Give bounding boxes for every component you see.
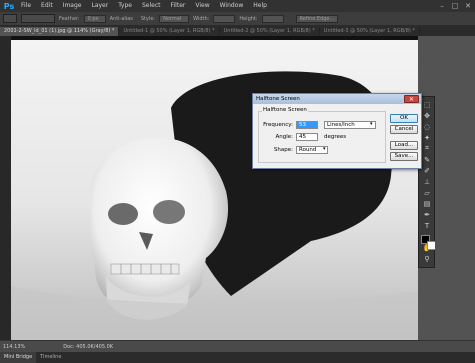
right-dock [435,36,475,340]
minimize-icon[interactable]: – [437,2,447,11]
stamp-icon[interactable]: ⊥ [421,176,433,187]
chevron-down-icon: ▾ [370,121,373,127]
eyedropper-icon[interactable]: ✎ [421,154,433,165]
type-icon[interactable]: T [421,220,433,231]
menu-bar: Ps File Edit Image Layer Type Select Fil… [0,0,475,12]
style-label: Style: [140,15,156,22]
dialog-title: Halftone Screen [253,94,421,104]
antialias-checkbox[interactable]: Anti-alias [110,16,133,22]
status-bar: 114.13% Doc: 405.0K/405.0K [0,340,475,352]
brush-icon[interactable]: ✐ [421,165,433,176]
menu-view[interactable]: View [190,0,214,12]
height-label: Height: [239,15,258,22]
halftone-screen-dialog: Halftone Screen ✕ Halftone Screen Freque… [252,93,422,169]
shape-label: Shape: [273,147,293,153]
frequency-label: Frequency: [263,122,293,128]
lasso-icon[interactable]: ◌ [421,121,433,132]
wand-icon[interactable]: ✦ [421,132,433,143]
doc-size: Doc: 405.0K/405.0K [63,343,114,350]
left-panel-strip [0,36,11,340]
move-icon[interactable]: ✥ [421,110,433,121]
frequency-unit-select[interactable]: Lines/Inch [324,121,376,129]
chevron-down-icon: ▾ [323,146,326,152]
zoom-level[interactable]: 114.13% [3,344,25,350]
angle-input[interactable]: 45 [296,133,318,141]
tab-timeline[interactable]: Timeline [36,352,65,363]
crop-icon[interactable]: ⌗ [421,143,433,154]
tab-mini-bridge[interactable]: Mini Bridge [0,352,37,363]
menu-select[interactable]: Select [137,0,166,12]
skull-photo [11,36,418,340]
pen-icon[interactable]: ✒ [421,209,433,220]
close-icon[interactable]: ✕ [404,95,419,103]
tab-untitled-3[interactable]: Untitled-3 @ 50% (Layer 1, RGB/8) * [320,27,420,36]
feather-label: Feather: [59,15,80,22]
tab-untitled-2[interactable]: Untitled-2 @ 50% (Layer 1, RGB/8) * [220,27,320,36]
options-bar: Feather: 0 px Anti-alias Style: Normal W… [0,12,475,26]
menu-filter[interactable]: Filter [166,0,191,12]
zoom-icon[interactable]: ⚲ [421,253,433,264]
menu-window[interactable]: Window [215,0,249,12]
width-input[interactable] [213,14,236,23]
feather-input[interactable]: 0 px [83,14,106,23]
menu-layer[interactable]: Layer [86,0,113,12]
menu-help[interactable]: Help [248,0,272,12]
menu-edit[interactable]: Edit [36,0,58,12]
menu-image[interactable]: Image [58,0,87,12]
frequency-input[interactable]: 53 [296,121,318,129]
angle-label: Angle: [275,134,293,140]
window-controls: – □ ✕ [437,0,473,12]
save-button[interactable]: Save... [390,152,418,161]
bottom-panel-tabs: Mini Bridge Timeline [0,352,475,363]
gradient-icon[interactable]: ▤ [421,198,433,209]
load-button[interactable]: Load... [390,141,418,150]
width-label: Width: [193,15,210,22]
tab-document-active[interactable]: 2001-2-SW_ld_01 (1).jpg @ 114% (Gray/8) … [0,27,120,36]
marquee-icon[interactable]: ⬚ [421,99,433,110]
tab-untitled-1[interactable]: Untitled-1 @ 50% (Layer 1, RGB/8) * [119,27,220,36]
menu-type[interactable]: Type [113,0,137,12]
angle-unit: degrees [324,134,347,140]
cancel-button[interactable]: Cancel [390,125,418,134]
tool-preset-picker[interactable] [3,14,17,23]
eraser-icon[interactable]: ▱ [421,187,433,198]
ok-button[interactable]: OK [390,114,418,123]
height-input[interactable] [261,14,284,23]
menu-file[interactable]: File [16,0,36,12]
document-canvas[interactable] [11,36,418,340]
style-select[interactable]: Normal [159,14,190,23]
refine-edge-button[interactable]: Refine Edge... [295,14,339,23]
photoshop-logo: Ps [3,1,15,11]
document-tabs: 2001-2-SW_ld_01 (1).jpg @ 114% (Gray/8) … [0,26,475,36]
close-icon[interactable]: ✕ [463,2,473,11]
group-label: Halftone Screen [262,107,308,113]
selection-mode-buttons[interactable] [21,14,55,23]
maximize-icon[interactable]: □ [450,2,460,11]
